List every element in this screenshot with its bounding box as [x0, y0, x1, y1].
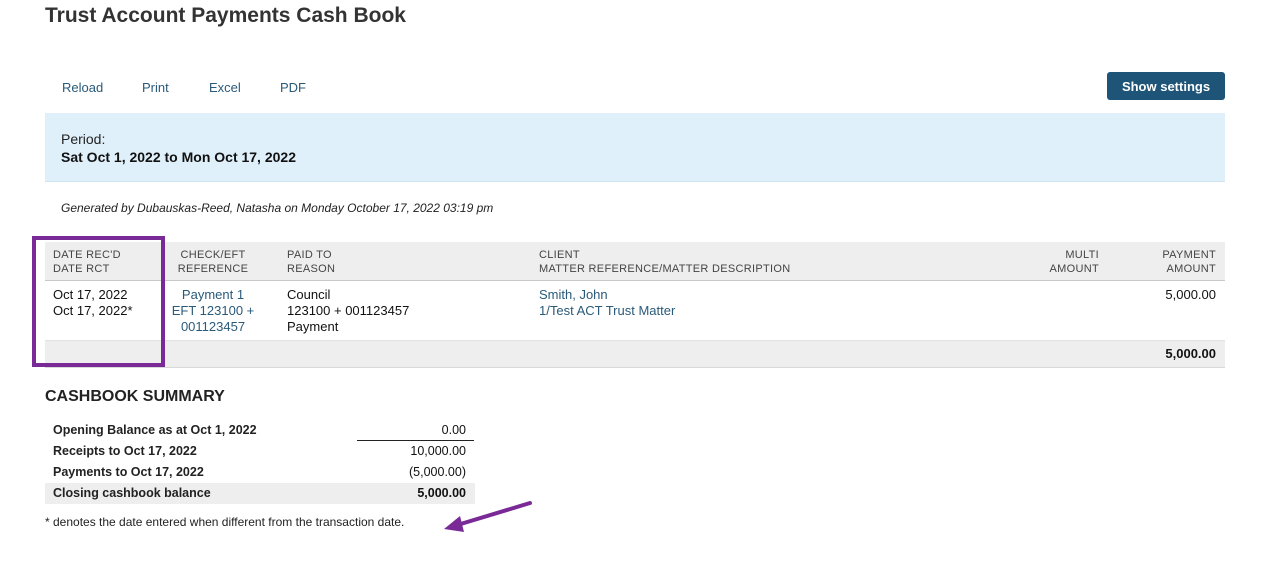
- date-rct: Oct 17, 2022*: [53, 303, 133, 318]
- table-header: DATE REC'D DATE RCT CHECK/EFT REFERENCE …: [45, 242, 1225, 281]
- paid-reason: Payment: [287, 319, 339, 334]
- cell-check-reference: Payment 1 EFT 123100 + 001123457: [163, 287, 263, 335]
- cashbook-summary: Opening Balance as at Oct 1, 2022 0.00 R…: [45, 420, 475, 504]
- client-link[interactable]: Smith, John: [539, 287, 675, 303]
- header-date: DATE REC'D DATE RCT: [53, 249, 121, 275]
- summary-title: CASHBOOK SUMMARY: [45, 388, 225, 405]
- cell-dates: Oct 17, 2022 Oct 17, 2022*: [53, 287, 133, 319]
- summary-row: Opening Balance as at Oct 1, 2022 0.00: [45, 420, 475, 441]
- payment-link[interactable]: Payment 1: [163, 287, 263, 303]
- matter-link[interactable]: 1/Test ACT Trust Matter: [539, 303, 675, 319]
- paid-to: Council: [287, 287, 331, 302]
- summary-row: Receipts to Oct 17, 2022 10,000.00: [53, 444, 466, 458]
- eft-reference-link[interactable]: EFT 123100 +: [163, 303, 263, 319]
- date-recd: Oct 17, 2022: [53, 287, 128, 302]
- header-payment-amount: PAYMENT AMOUNT: [1162, 249, 1216, 275]
- cell-client: Smith, John 1/Test ACT Trust Matter: [539, 287, 675, 319]
- period-panel: Period: Sat Oct 1, 2022 to Mon Oct 17, 2…: [45, 113, 1225, 182]
- header-check-reference: CHECK/EFT REFERENCE: [177, 249, 249, 275]
- paid-reference: 123100 + 001123457: [287, 303, 410, 318]
- payments-table: DATE REC'D DATE RCT CHECK/EFT REFERENCE …: [45, 242, 1225, 368]
- reload-link[interactable]: Reload: [62, 80, 103, 95]
- show-settings-button[interactable]: Show settings: [1107, 72, 1225, 100]
- generated-by-text: Generated by Dubauskas-Reed, Natasha on …: [61, 201, 494, 215]
- print-link[interactable]: Print: [142, 80, 169, 95]
- table-total-row: 5,000.00: [45, 341, 1225, 368]
- period-label: Period:: [61, 131, 106, 147]
- cell-paid-to: Council 123100 + 001123457 Payment: [287, 287, 409, 335]
- total-amount: 5,000.00: [1165, 346, 1216, 361]
- page-title: Trust Account Payments Cash Book: [45, 4, 406, 27]
- excel-link[interactable]: Excel: [209, 80, 241, 95]
- header-client: CLIENT MATTER REFERENCE/MATTER DESCRIPTI…: [539, 249, 791, 275]
- header-paid-to: PAID TO REASON: [287, 249, 336, 275]
- annotation-arrow-icon: [444, 501, 532, 532]
- header-multi-amount: MULTI AMOUNT: [1049, 249, 1099, 275]
- table-row: Oct 17, 2022 Oct 17, 2022* Payment 1 EFT…: [45, 281, 1225, 341]
- cell-payment-amount: 5,000.00: [1165, 287, 1216, 302]
- summary-row: Payments to Oct 17, 2022 (5,000.00): [45, 462, 475, 484]
- period-value: Sat Oct 1, 2022 to Mon Oct 17, 2022: [61, 149, 296, 165]
- summary-row-closing: Closing cashbook balance 5,000.00: [45, 483, 475, 504]
- pdf-link[interactable]: PDF: [280, 80, 306, 95]
- eft-reference-link-cont[interactable]: 001123457: [163, 319, 263, 335]
- footnote: * denotes the date entered when differen…: [45, 515, 405, 529]
